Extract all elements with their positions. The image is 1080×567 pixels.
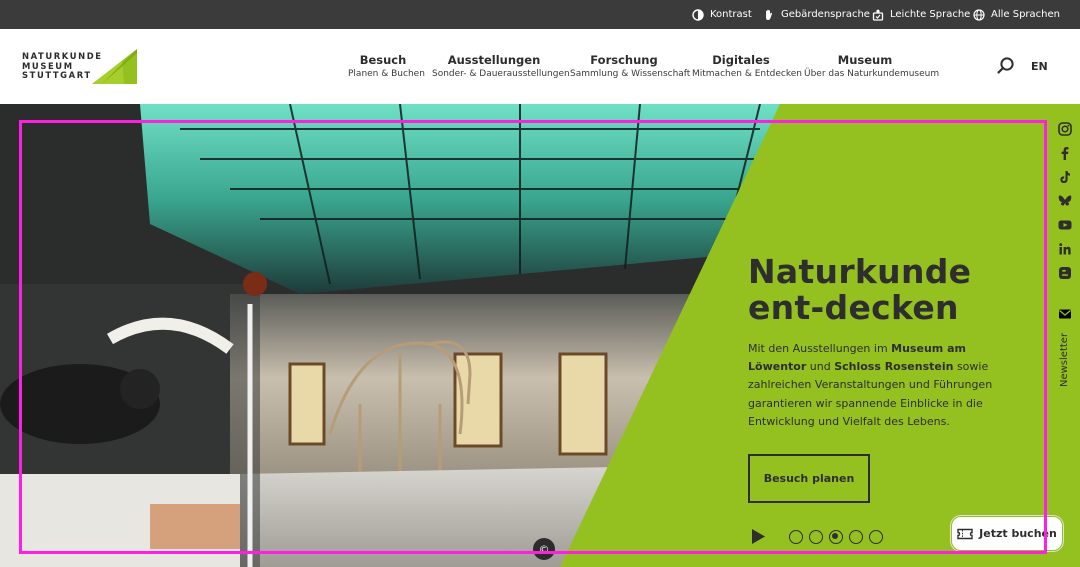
hero-text-part: und bbox=[806, 360, 835, 374]
youtube-icon bbox=[1058, 220, 1072, 230]
nav-subtitle: Über das Naturkundemuseum bbox=[804, 69, 940, 79]
instagram-link[interactable] bbox=[1058, 121, 1074, 137]
sign-language-label: Gebärdensprache bbox=[781, 9, 870, 20]
search-button[interactable] bbox=[996, 56, 1016, 76]
blogger-icon bbox=[1059, 267, 1071, 279]
slider-dot-5[interactable] bbox=[869, 530, 883, 544]
nav-subtitle: Sammlung & Wissenschaft bbox=[570, 69, 691, 79]
utility-bar: Kontrast Gebärdensprache Leichte Sprache… bbox=[0, 0, 1080, 29]
linkedin-icon bbox=[1059, 243, 1071, 255]
instagram-icon bbox=[1058, 122, 1072, 136]
nav-subtitle: Sonder- & Dauerausstellungen bbox=[432, 69, 570, 79]
nav-title: Museum bbox=[837, 53, 893, 67]
easy-language-icon bbox=[872, 9, 884, 21]
nav-title: Digitales bbox=[712, 53, 770, 67]
bluesky-link[interactable] bbox=[1058, 193, 1074, 209]
slider-dot-1[interactable] bbox=[789, 530, 803, 544]
nav-forschung[interactable]: Forschung Sammlung & Wissenschaft bbox=[570, 53, 691, 80]
facebook-link[interactable] bbox=[1058, 145, 1074, 161]
slider-dot-4[interactable] bbox=[849, 530, 863, 544]
ticket-icon bbox=[957, 528, 973, 539]
plan-visit-button[interactable]: Besuch planen bbox=[748, 454, 870, 503]
hero-description: Mit den Ausstellungen im Museum am Löwen… bbox=[748, 340, 1028, 431]
site-header: NATURKUNDE MUSEUM STUTTGART Besuch Plane… bbox=[0, 29, 1080, 104]
nav-title: Besuch bbox=[359, 53, 407, 67]
hero-title: Naturkunde ent-decken bbox=[748, 252, 972, 327]
slider-dot-3[interactable] bbox=[829, 530, 843, 544]
logo-line-3: STUTTGART bbox=[22, 70, 92, 80]
slider-dot-2[interactable] bbox=[809, 530, 823, 544]
play-icon bbox=[752, 529, 765, 544]
contrast-icon bbox=[692, 9, 704, 21]
search-icon bbox=[997, 57, 1014, 74]
tiktok-icon bbox=[1060, 171, 1070, 183]
hero-text-bold: Schloss Rosenstein bbox=[834, 360, 954, 374]
easy-language-link[interactable]: Leichte Sprache bbox=[872, 8, 970, 22]
contrast-label: Kontrast bbox=[710, 9, 752, 20]
nav-subtitle: Planen & Buchen bbox=[348, 69, 425, 79]
globe-icon bbox=[973, 9, 985, 21]
hero-text-part: Mit den Ausstellungen im bbox=[748, 342, 892, 355]
nav-title: Ausstellungen bbox=[447, 53, 541, 67]
image-copyright-button[interactable]: © bbox=[533, 538, 555, 560]
newsletter-label[interactable]: Newsletter bbox=[1059, 327, 1073, 387]
tiktok-link[interactable] bbox=[1058, 169, 1074, 185]
nav-digitales[interactable]: Digitales Mitmachen & Entdecken bbox=[692, 53, 802, 80]
contrast-toggle[interactable]: Kontrast bbox=[692, 8, 752, 22]
linkedin-link[interactable] bbox=[1058, 241, 1074, 257]
logo-wordmark: NATURKUNDE MUSEUM STUTTGART bbox=[22, 51, 103, 81]
sign-language-link[interactable]: Gebärdensprache bbox=[763, 8, 870, 22]
slider-play-button[interactable] bbox=[750, 528, 766, 545]
all-languages-link[interactable]: Alle Sprachen bbox=[973, 8, 1060, 22]
nav-museum[interactable]: Museum Über das Naturkundemuseum bbox=[804, 53, 940, 80]
nav-title: Forschung bbox=[590, 53, 658, 67]
logo-green-shape bbox=[92, 49, 137, 84]
hero-green-panel bbox=[560, 104, 1080, 567]
hero-slider: Naturkunde ent-decken Mit den Ausstellun… bbox=[0, 104, 1080, 567]
all-languages-label: Alle Sprachen bbox=[991, 9, 1060, 20]
youtube-link[interactable] bbox=[1058, 217, 1074, 233]
nav-ausstellungen[interactable]: Ausstellungen Sonder- & Dauerausstellung… bbox=[432, 53, 570, 80]
facebook-icon bbox=[1061, 147, 1069, 160]
book-now-button[interactable]: Jetzt buchen bbox=[951, 516, 1063, 551]
nav-besuch[interactable]: Besuch Planen & Buchen bbox=[348, 53, 425, 80]
easy-language-label: Leichte Sprache bbox=[890, 9, 971, 20]
language-switch-button[interactable]: EN bbox=[1031, 60, 1048, 73]
hand-icon bbox=[766, 9, 773, 20]
museum-logo[interactable]: NATURKUNDE MUSEUM STUTTGART bbox=[22, 49, 137, 85]
blogger-link[interactable] bbox=[1058, 265, 1074, 281]
bluesky-icon bbox=[1058, 195, 1072, 206]
nav-subtitle: Mitmachen & Entdecken bbox=[692, 69, 802, 79]
book-now-label: Jetzt buchen bbox=[979, 527, 1057, 540]
newsletter-icon bbox=[1059, 309, 1071, 319]
newsletter-link[interactable] bbox=[1058, 306, 1074, 325]
